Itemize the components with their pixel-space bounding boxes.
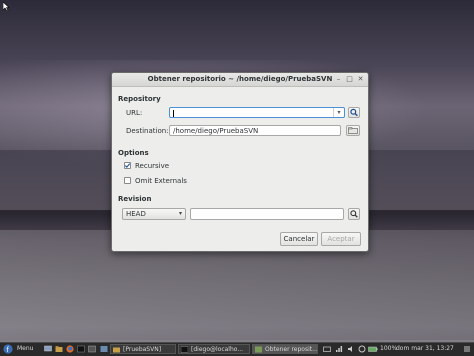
update-icon[interactable]: [358, 344, 366, 354]
revision-select[interactable]: HEAD ▾: [122, 208, 186, 220]
revision-log-button[interactable]: [348, 208, 360, 220]
terminal-icon: [181, 346, 188, 353]
task-label: Obtener reposit...: [265, 346, 318, 353]
chevron-down-icon: ▾: [178, 210, 182, 217]
svn-icon: [255, 346, 262, 353]
battery-icon[interactable]: [368, 344, 378, 354]
window-icon[interactable]: [88, 344, 96, 354]
close-icon[interactable]: ✕: [356, 75, 365, 84]
search-icon: [350, 210, 358, 218]
cancel-button[interactable]: Cancelar: [280, 232, 318, 246]
taskbar: f Menu [PruebaSVN] [diego@localho... Obt…: [0, 342, 474, 356]
accept-button[interactable]: Aceptar: [321, 232, 361, 246]
browse-destination-button[interactable]: [346, 125, 360, 136]
checkout-dialog: Obtener repositorio ~ /home/diego/Prueba…: [111, 72, 369, 252]
browse-url-button[interactable]: [348, 107, 360, 118]
dialog-titlebar[interactable]: Obtener repositorio ~ /home/diego/Prueba…: [112, 73, 368, 87]
checkmark-icon: [124, 163, 131, 168]
fedora-logo-icon[interactable]: f: [3, 344, 13, 354]
show-desktop-icon[interactable]: [44, 344, 52, 354]
dialog-title: Obtener repositorio ~ /home/diego/Prueba…: [147, 75, 333, 83]
minimize-icon[interactable]: –: [334, 75, 343, 84]
task-label: [PruebaSVN]: [123, 346, 162, 353]
terminal-icon[interactable]: [77, 344, 85, 354]
url-combobox[interactable]: ▾: [169, 107, 345, 118]
revision-section-title: Revision: [118, 195, 152, 203]
window-list-icon[interactable]: [463, 344, 471, 354]
options-section-title: Options: [118, 149, 149, 157]
revision-number-field[interactable]: [190, 208, 344, 220]
keyboard-icon[interactable]: [323, 344, 331, 354]
search-icon: [350, 108, 358, 117]
file-manager-icon[interactable]: [55, 344, 63, 354]
task-button-terminal[interactable]: [diego@localho...: [178, 344, 250, 354]
repository-section-title: Repository: [118, 95, 161, 103]
revision-selected-value: HEAD: [126, 210, 146, 218]
chevron-down-icon[interactable]: ▾: [333, 108, 344, 117]
recursive-checkbox[interactable]: [124, 162, 131, 169]
battery-percentage: 100%: [380, 345, 398, 352]
menu-button[interactable]: Menu: [17, 344, 33, 354]
omit-externals-label[interactable]: Omit Externals: [135, 177, 187, 185]
task-button-pruebasvn[interactable]: [PruebaSVN]: [110, 344, 176, 354]
volume-icon[interactable]: [347, 344, 355, 354]
folder-open-icon: [348, 127, 358, 134]
folder-icon: [113, 347, 120, 353]
text-caret: [173, 110, 174, 117]
url-label: URL:: [126, 109, 143, 117]
firefox-icon[interactable]: [66, 344, 74, 354]
omit-externals-checkbox[interactable]: [124, 177, 131, 184]
app-icon[interactable]: [100, 344, 108, 354]
destination-label: Destination:: [126, 127, 169, 135]
recursive-label[interactable]: Recursive: [135, 162, 169, 170]
task-button-checkout-dialog[interactable]: Obtener reposit...: [252, 344, 318, 354]
maximize-icon[interactable]: □: [345, 75, 354, 84]
task-label: [diego@localho...: [191, 346, 244, 353]
mouse-pointer-icon: [3, 2, 10, 11]
clock[interactable]: dom mar 31, 13:27: [396, 344, 460, 354]
network-icon[interactable]: [335, 344, 343, 354]
destination-field[interactable]: /home/diego/PruebaSVN: [169, 125, 341, 136]
